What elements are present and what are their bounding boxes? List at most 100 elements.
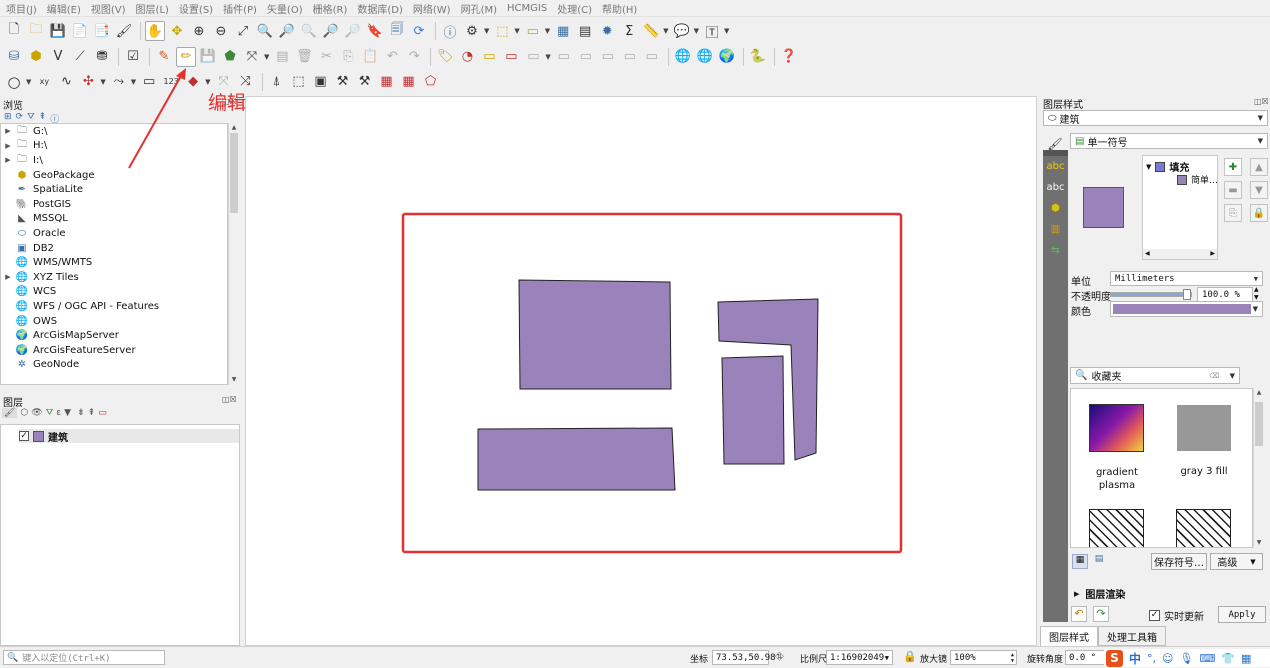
list-view-toggle[interactable]: ▤ [1091, 554, 1107, 569]
opacity-spinbox[interactable]: 100.0 % [1197, 287, 1253, 302]
xy-coordinate-icon[interactable]: xy [34, 72, 54, 92]
processing-toolbox-icon[interactable]: ✹ [597, 21, 617, 41]
move-label-icon[interactable]: ▭ [523, 47, 543, 67]
browser-item[interactable]: ▶ 🗀 H:\ [1, 139, 227, 154]
browser-item[interactable]: 🌐 OWS [1, 314, 227, 329]
python-console-icon[interactable]: 🐍 [748, 47, 768, 67]
symbol-tree-child[interactable]: 简单… [1177, 173, 1218, 186]
menu-item[interactable]: 处理(C) [557, 1, 592, 16]
highlight-pinned-label-icon[interactable]: ▭ [479, 47, 499, 67]
browser-item[interactable]: ⬢ GeoPackage [1, 168, 227, 183]
symbol-tree-root[interactable]: ▼ 填充 [1146, 159, 1189, 174]
tab-processing-toolbox[interactable]: 处理工具箱 [1098, 626, 1166, 646]
collapse-all-icon[interactable]: ⇞ [88, 408, 96, 418]
deselect-icon[interactable]: ▭ [523, 21, 543, 41]
browser-item[interactable]: 🐘 PostGIS [1, 197, 227, 212]
ime-language[interactable]: 中 [1129, 650, 1141, 667]
filter-legend-icon[interactable]: ⛛ [46, 408, 54, 418]
add-symbol-layer-icon[interactable]: ✚ [1224, 158, 1242, 176]
toggle-editing-icon[interactable]: ✏ [176, 46, 196, 67]
vertex-tool-icon[interactable]: ⤧ [242, 47, 262, 67]
new-print-layout-icon[interactable]: 📄 [70, 21, 90, 41]
add-db-layer-icon[interactable]: ⛃ [92, 47, 112, 67]
symbol-tree-hscroll[interactable]: ◀ ▶ [1143, 249, 1217, 259]
building-feature[interactable] [721, 355, 785, 465]
pan-map-icon[interactable]: ✋ [145, 21, 165, 41]
scale-field[interactable]: 1:16902049 ▼ [826, 650, 893, 665]
apply-button[interactable]: Apply [1218, 606, 1266, 623]
rectangle-tool-icon[interactable]: ⬚ [289, 72, 309, 92]
add-polygon-feature-icon[interactable]: ⬟ [220, 47, 240, 67]
metasearch-icon[interactable]: 🌐 [673, 47, 693, 67]
show-bookmarks-icon[interactable]: 🗐 [387, 21, 407, 41]
browser-item[interactable]: ✒ SpatiaLite [1, 182, 227, 197]
menu-item[interactable]: 网孔(M) [461, 1, 497, 16]
menu-item[interactable]: HCMGIS [507, 3, 547, 14]
masks-tab-icon[interactable]: abc [1043, 177, 1068, 198]
history-tab-icon[interactable]: ⇆ [1043, 240, 1068, 261]
paste-features-icon[interactable]: 📋 [360, 47, 380, 67]
menu-item[interactable]: 网络(W) [413, 1, 451, 16]
symbol-thumb-hatch[interactable] [1176, 509, 1231, 547]
expand-arrow-icon[interactable]: ▶ [1, 273, 15, 281]
grid-edit-icon[interactable]: ▦ [377, 72, 397, 92]
split-features-icon[interactable]: ✣ [78, 72, 98, 92]
ime-emoji-icon[interactable]: ☺ [1162, 652, 1173, 665]
new-geopackage-layer-icon[interactable]: ⬢ [26, 47, 46, 67]
node-tool-icon[interactable]: ⍋ [267, 72, 287, 92]
open-layer-styling-icon[interactable]: 🖌 [2, 408, 18, 418]
browser-item[interactable]: ◣ MSSQL [1, 212, 227, 227]
browser-item[interactable]: 🌐 WFS / OGC API - Features [1, 299, 227, 314]
advanced-button[interactable]: 高级 ▼ [1210, 553, 1263, 570]
save-symbol-button[interactable]: 保存符号… [1151, 553, 1207, 570]
delete-selected-icon[interactable]: 🗑 [294, 47, 314, 67]
ime-punctuation-icon[interactable]: °, [1147, 652, 1156, 665]
menu-item[interactable]: 栅格(R) [313, 1, 348, 16]
redo-style-icon[interactable]: ↷ [1093, 606, 1109, 622]
add-raster-layer-icon[interactable]: ⟋ [70, 47, 90, 67]
modify-attributes-icon[interactable]: ▤ [272, 47, 292, 67]
ime-skin-icon[interactable]: 👕 [1221, 652, 1235, 665]
help-icon[interactable]: ❓ [779, 47, 799, 67]
move-diagram-icon[interactable]: ▭ [642, 47, 662, 67]
layer-item[interactable]: ✓ 建筑 [19, 429, 239, 444]
filter-expression-icon[interactable]: ε [56, 408, 61, 418]
select-features-icon[interactable]: ⬚ [492, 21, 512, 41]
layer-rendering-section[interactable]: ▶ 图层渲染 [1074, 586, 1125, 602]
rotation-field[interactable]: 0.0 ° [1065, 650, 1105, 665]
symbol-library-scrollbar[interactable]: ▲ ▼ [1253, 388, 1264, 548]
new-bookmark-icon[interactable]: 🔖 [365, 21, 385, 41]
color-button[interactable]: ▼ [1110, 301, 1263, 317]
building-feature[interactable] [518, 279, 672, 390]
annotation-shape-icon[interactable]: ◆ [183, 72, 203, 92]
menu-item[interactable]: 视图(V) [91, 1, 126, 16]
zoom-native-icon[interactable]: 🔍 [299, 21, 319, 41]
measure-line-icon[interactable]: 📏 [641, 21, 661, 41]
data-source-manager-icon[interactable]: ⛁ [4, 47, 24, 67]
ime-keyboard-icon[interactable]: ⌨ [1199, 652, 1215, 665]
expand-all-icon[interactable]: ⇟ [77, 408, 85, 418]
browser-item[interactable]: ▶ 🌐 XYZ Tiles [1, 270, 227, 285]
zoom-out-icon[interactable]: ⊖ [211, 21, 231, 41]
renderer-select[interactable]: ▤ 单一符号 ▼ [1070, 133, 1268, 149]
layer-diagram-icon[interactable]: ◔ [457, 47, 477, 67]
browser-item[interactable]: 🌐 WCS [1, 285, 227, 300]
cut-features-icon[interactable]: ✂ [316, 47, 336, 67]
menu-item[interactable]: 图层(L) [136, 1, 169, 16]
open-project-icon[interactable]: 🗀 [26, 21, 46, 41]
toggle-label-icon[interactable]: ▭ [501, 47, 521, 67]
refresh-icon[interactable]: ⟳ [409, 21, 429, 41]
undo-style-icon[interactable]: ↶ [1071, 606, 1087, 622]
wand-select-icon[interactable]: ⚒ [355, 72, 375, 92]
duplicate-layer-icon[interactable]: ⎘ [1224, 204, 1242, 222]
toggle-extents-icon[interactable]: ⛗ [775, 650, 784, 664]
browser-scrollbar[interactable]: ▲ ▼ [228, 123, 239, 385]
field-calculator-icon[interactable]: ▤ [575, 21, 595, 41]
grid-select-icon[interactable]: ▦ [399, 72, 419, 92]
menu-item[interactable]: 矢量(O) [267, 1, 303, 16]
opacity-slider-handle[interactable] [1183, 289, 1191, 300]
add-group-icon[interactable]: ⬡ [20, 408, 28, 418]
ime-menu-icon[interactable]: ▦ [1241, 652, 1251, 665]
zoom-to-selection-icon[interactable]: 🔍 [255, 21, 275, 41]
text-label-icon[interactable]: 🅃 [702, 21, 722, 41]
